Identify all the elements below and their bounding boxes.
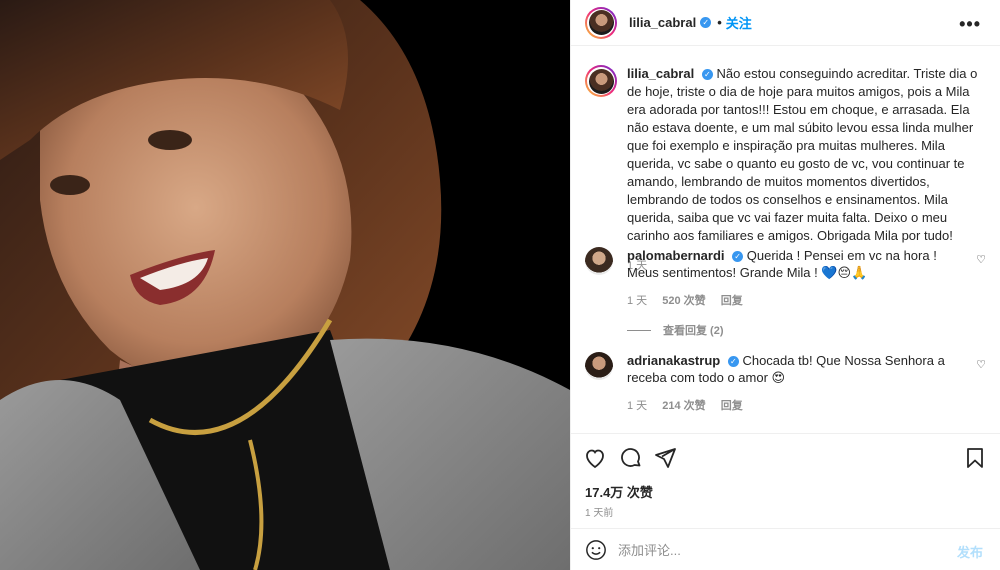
comment-input[interactable] — [618, 539, 938, 561]
like-count[interactable]: 17.4万 次赞 — [585, 482, 653, 501]
caption-text: Não estou conseguindo acreditar. Triste … — [627, 66, 978, 243]
comment-item: adrianakastrup ✓ Chocada tb! Que Nossa S… — [585, 352, 990, 415]
post-comment-button[interactable]: 发布 — [957, 542, 983, 561]
verified-badge-icon: ✓ — [732, 251, 744, 263]
verified-badge-icon: ✓ — [700, 17, 712, 28]
post-date[interactable]: 1 天前 — [585, 504, 613, 519]
share-icon[interactable] — [653, 446, 677, 470]
comment-icon[interactable] — [619, 446, 643, 470]
comment-avatar[interactable] — [585, 247, 613, 275]
add-comment-bar: 发布 — [571, 528, 1000, 570]
comment-item: palomabernardi ✓ Querida ! Pensei em vc … — [585, 247, 990, 310]
comment-username[interactable]: palomabernardi — [627, 248, 725, 263]
caption: lilia_cabral ✓ Não estou conseguindo acr… — [585, 65, 990, 275]
comment-like-heart-icon[interactable]: ♡ — [976, 253, 986, 266]
comment-time[interactable]: 1 天 — [627, 400, 647, 412]
comment-like-heart-icon[interactable]: ♡ — [976, 358, 986, 371]
caption-username[interactable]: lilia_cabral — [627, 66, 694, 81]
post-header: lilia_cabral ✓ • 关注 ••• — [571, 0, 1000, 46]
view-replies-button[interactable]: 查看回复 (2) — [627, 322, 724, 338]
caption-avatar[interactable] — [585, 65, 617, 97]
post-sidebar: lilia_cabral ✓ • 关注 ••• lilia_cabral ✓ N… — [570, 0, 1000, 570]
comment-time[interactable]: 1 天 — [627, 295, 647, 307]
verified-badge-icon: ✓ — [727, 356, 739, 368]
separator-dot: • — [717, 15, 722, 30]
instagram-post: lilia_cabral ✓ • 关注 ••• lilia_cabral ✓ N… — [0, 0, 1000, 570]
comment-likes[interactable]: 520 次赞 — [662, 295, 705, 307]
verified-badge-icon: ✓ — [701, 69, 713, 81]
follow-button[interactable]: 关注 — [726, 13, 752, 32]
comment-likes[interactable]: 214 次赞 — [662, 400, 705, 412]
comments-section[interactable]: lilia_cabral ✓ Não estou conseguindo acr… — [571, 47, 1000, 433]
header-username[interactable]: lilia_cabral — [629, 15, 696, 30]
avatar[interactable] — [585, 6, 617, 39]
divider-line — [627, 329, 651, 331]
reply-button[interactable]: 回复 — [721, 400, 743, 412]
avatar-image — [588, 10, 614, 35]
comment-avatar[interactable] — [585, 352, 613, 380]
action-bar: 17.4万 次赞 1 天前 — [571, 433, 1000, 528]
post-photo[interactable] — [0, 0, 570, 570]
comment-username[interactable]: adrianakastrup — [627, 353, 720, 368]
heart-icon[interactable] — [583, 446, 607, 470]
portrait-image — [0, 0, 570, 570]
emoji-icon[interactable] — [585, 539, 607, 561]
bookmark-icon[interactable] — [963, 446, 987, 470]
reply-button[interactable]: 回复 — [721, 295, 743, 307]
more-options-icon[interactable]: ••• — [959, 14, 981, 35]
